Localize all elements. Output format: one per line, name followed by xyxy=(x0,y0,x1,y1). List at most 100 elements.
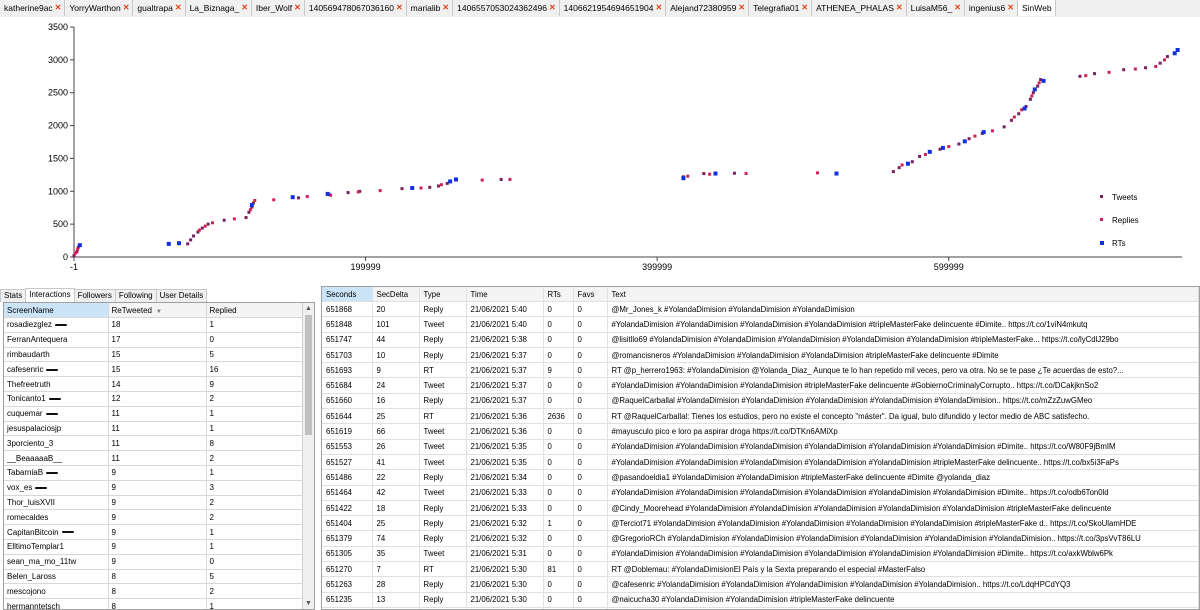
user-tab[interactable]: katherine9ac ✕ xyxy=(0,0,66,16)
column-header[interactable]: RTs xyxy=(543,287,574,302)
table-row[interactable]: 651644 25 RT 21/06/2021 5:36 2636 0 RT @Raquel… xyxy=(322,408,1199,425)
table-cell[interactable]: __BeaaaaaB__ xyxy=(4,450,109,466)
table-cell[interactable]: 11 xyxy=(108,435,207,452)
table-row[interactable]: vox_es 9 3 xyxy=(4,480,303,496)
table-cell[interactable]: #mayusculo pico e loro pa aspirar droga … xyxy=(607,423,1199,440)
user-tab[interactable]: gualtrapa ✕ xyxy=(133,0,186,16)
table-row[interactable]: 651486 22 Reply 21/06/2021 5:34 0 0 @pasandoel… xyxy=(322,469,1199,486)
user-tab[interactable]: LuisaM56_ ✕ xyxy=(907,0,965,16)
table-row[interactable]: CapitanBitcoin 9 1 xyxy=(4,524,303,540)
close-icon[interactable]: ✕ xyxy=(801,0,808,16)
table-cell[interactable]: 1 xyxy=(206,524,303,540)
table-row[interactable]: 3porciento_3 11 8 xyxy=(4,435,303,452)
table-row[interactable]: Tonicanto1 12 2 xyxy=(4,391,303,407)
table-cell[interactable]: 0 xyxy=(573,439,608,455)
table-cell[interactable]: 21/06/2021 5:33 xyxy=(466,485,544,501)
table-cell[interactable]: 1 xyxy=(206,317,303,333)
table-row[interactable]: rimbaudarth 15 5 xyxy=(4,347,303,363)
table-cell[interactable]: 3porciento_3 xyxy=(4,435,109,452)
user-tab[interactable]: Telegrafia01 ✕ xyxy=(749,0,813,16)
table-cell[interactable]: 651660 xyxy=(322,393,373,410)
table-cell[interactable]: rosadiezglez xyxy=(4,317,109,333)
table-cell[interactable]: Tweet xyxy=(419,485,467,501)
table-cell[interactable]: 0 xyxy=(543,377,574,394)
table-cell[interactable]: 0 xyxy=(543,332,574,348)
table-cell[interactable]: vox_es xyxy=(4,480,109,496)
close-icon[interactable]: ✕ xyxy=(294,0,301,16)
table-cell[interactable]: 651848 xyxy=(322,316,373,333)
table-cell[interactable]: 15 xyxy=(108,347,207,363)
table-cell[interactable]: 21/06/2021 5:32 xyxy=(466,530,544,547)
table-cell[interactable]: jesuspalaciosjp xyxy=(4,421,109,437)
table-cell[interactable]: Reply xyxy=(419,301,467,318)
table-cell[interactable]: RT @RaquelCarballal: Tienes los estudios… xyxy=(607,408,1199,425)
table-cell[interactable]: 26 xyxy=(372,439,420,455)
table-row[interactable]: cafesenric 15 16 xyxy=(4,361,303,378)
table-cell[interactable]: 21/06/2021 5:33 xyxy=(466,500,544,517)
table-cell[interactable]: Tonicanto1 xyxy=(4,391,109,407)
table-row[interactable]: __BeaaaaaB__ 11 2 xyxy=(4,450,303,466)
user-tab[interactable]: YorryWarthon ✕ xyxy=(65,0,134,16)
table-cell[interactable]: 21/06/2021 5:35 xyxy=(466,454,544,471)
tab-followers[interactable]: Followers xyxy=(73,289,116,302)
user-tab[interactable]: Iber_Wolf ✕ xyxy=(252,0,305,16)
table-cell[interactable]: #YolandaDimision #YolandaDimision #Yolan… xyxy=(607,546,1199,563)
table-cell[interactable]: 1 xyxy=(206,421,303,437)
table-cell[interactable]: 0 xyxy=(543,592,574,608)
table-row[interactable]: 651270 7 RT 21/06/2021 5:30 81 0 RT @Doblemau:… xyxy=(322,561,1199,578)
table-cell[interactable]: 0 xyxy=(206,332,303,348)
table-cell[interactable]: 0 xyxy=(573,485,608,501)
table-row[interactable]: cuquemar 11 1 xyxy=(4,406,303,422)
table-cell[interactable]: 0 xyxy=(573,592,608,608)
table-cell[interactable]: 2 xyxy=(206,391,303,407)
table-cell[interactable]: 0 xyxy=(573,362,608,379)
table-cell[interactable]: #YolandaDimision #YolandaDimision #Yolan… xyxy=(607,485,1199,501)
user-tab[interactable]: 1405694780670361​60 ✕ xyxy=(305,0,407,16)
table-cell[interactable]: 651693 xyxy=(322,362,373,379)
table-row[interactable]: sean_ma_mo_11tw 9 0 xyxy=(4,554,303,570)
close-icon[interactable]: ✕ xyxy=(442,0,449,16)
tab-interactions[interactable]: Interactions xyxy=(25,288,75,302)
table-cell[interactable]: Reply xyxy=(419,530,467,547)
table-row[interactable]: 651263 28 Reply 21/06/2021 5:30 0 0 @cafesenri… xyxy=(322,576,1199,593)
table-cell[interactable]: 21/06/2021 5:38 xyxy=(466,332,544,348)
table-cell[interactable]: 2 xyxy=(206,495,303,511)
table-cell[interactable]: 12 xyxy=(108,391,207,407)
table-cell[interactable]: 651644 xyxy=(322,408,373,425)
table-cell[interactable]: 7 xyxy=(372,561,420,578)
table-row[interactable]: rosadiezglez 18 1 xyxy=(4,317,303,333)
close-icon[interactable]: ✕ xyxy=(396,0,403,16)
close-icon[interactable]: ✕ xyxy=(896,0,903,16)
table-cell[interactable]: 42 xyxy=(372,485,420,501)
table-cell[interactable]: 0 xyxy=(573,469,608,486)
table-cell[interactable]: rimbaudarth xyxy=(4,347,109,363)
table-cell[interactable]: 18 xyxy=(372,500,420,517)
table-cell[interactable]: 0 xyxy=(543,454,574,471)
table-cell[interactable]: 0 xyxy=(573,454,608,471)
table-cell[interactable]: 44 xyxy=(372,332,420,348)
table-cell[interactable]: CapitanBitcoin xyxy=(4,524,109,540)
table-row[interactable]: TabarniaB 9 1 xyxy=(4,465,303,481)
close-icon[interactable]: ✕ xyxy=(655,0,662,16)
arrow-down-icon[interactable]: ▼ xyxy=(303,598,314,609)
table-cell[interactable]: 21/06/2021 5:37 xyxy=(466,393,544,410)
table-cell[interactable]: 651486 xyxy=(322,469,373,486)
table-cell[interactable]: RT xyxy=(419,408,467,425)
table-cell[interactable]: 0 xyxy=(573,515,608,532)
table-cell[interactable]: @naicucha30 #YolandaDimision #YolandaDim… xyxy=(607,592,1199,608)
table-cell[interactable]: 651868 xyxy=(322,301,373,318)
table-cell[interactable]: 8 xyxy=(108,583,207,600)
table-cell[interactable]: 11 xyxy=(108,450,207,466)
table-row[interactable]: 651404 25 Reply 21/06/2021 5:32 1 0 @Terciot71… xyxy=(322,515,1199,532)
table-cell[interactable]: 3 xyxy=(206,480,303,496)
table-cell[interactable]: Thefreetruth xyxy=(4,376,109,392)
table-cell[interactable]: 0 xyxy=(573,546,608,563)
table-row[interactable]: 651422 18 Reply 21/06/2021 5:33 0 0 @Cindy_Moo… xyxy=(322,500,1199,517)
table-cell[interactable]: 16 xyxy=(372,393,420,410)
table-cell[interactable]: 9 xyxy=(543,362,574,379)
table-cell[interactable]: 9 xyxy=(108,465,207,481)
table-row[interactable]: 651464 42 Tweet 21/06/2021 5:33 0 0 #YolandaDi… xyxy=(322,485,1199,501)
table-cell[interactable]: 25 xyxy=(372,515,420,532)
table-cell[interactable]: Reply xyxy=(419,515,467,532)
table-cell[interactable]: 74 xyxy=(372,530,420,547)
